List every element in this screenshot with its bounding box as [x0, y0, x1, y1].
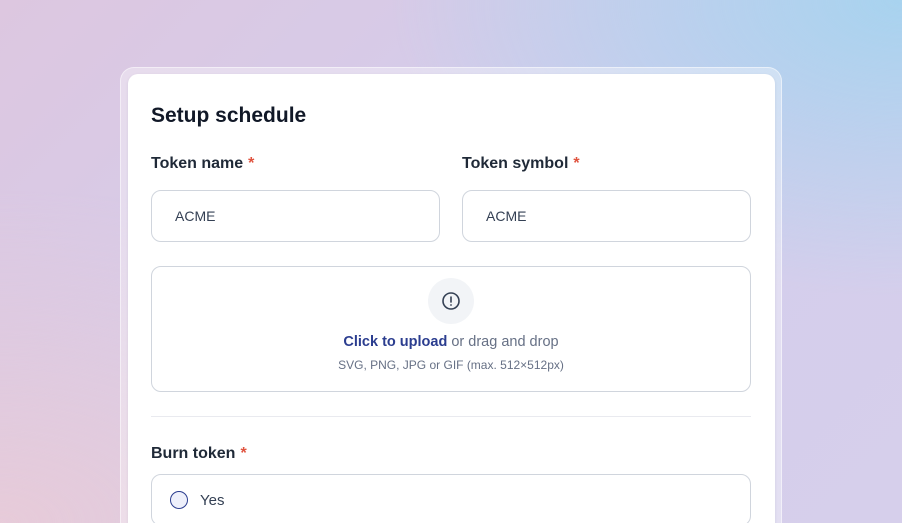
radio-label-yes: Yes: [200, 491, 225, 509]
token-name-label-text: Token name: [151, 155, 244, 172]
drag-drop-text: or drag and drop: [451, 334, 559, 350]
radio-button[interactable]: [170, 491, 188, 509]
required-mark: *: [248, 155, 255, 172]
required-mark: *: [573, 155, 580, 172]
page-title: Setup schedule: [151, 104, 307, 127]
file-upload-dropzone[interactable]: Click to upload or drag and drop SVG, PN…: [151, 266, 751, 392]
divider: [151, 416, 751, 417]
burn-token-label: Burn token *: [151, 445, 247, 463]
token-name-value: ACME: [175, 208, 216, 224]
token-symbol-label: Token symbol *: [462, 155, 580, 173]
alert-circle-icon: [442, 292, 460, 310]
token-symbol-value: ACME: [486, 208, 527, 224]
token-name-label: Token name *: [151, 155, 254, 173]
token-symbol-label-text: Token symbol: [462, 155, 569, 172]
burn-token-option-yes[interactable]: Yes: [151, 474, 751, 523]
upload-instructions: Click to upload or drag and drop: [152, 334, 750, 350]
token-name-input[interactable]: ACME: [151, 190, 440, 242]
upload-icon-wrapper: [428, 278, 474, 324]
burn-token-label-text: Burn token: [151, 445, 236, 462]
click-to-upload-link[interactable]: Click to upload: [343, 334, 447, 350]
upload-hint: SVG, PNG, JPG or GIF (max. 512×512px): [338, 358, 564, 372]
required-mark: *: [240, 445, 247, 462]
token-symbol-input[interactable]: ACME: [462, 190, 751, 242]
setup-schedule-card: Setup schedule Token name * ACME Token sy…: [128, 74, 775, 523]
